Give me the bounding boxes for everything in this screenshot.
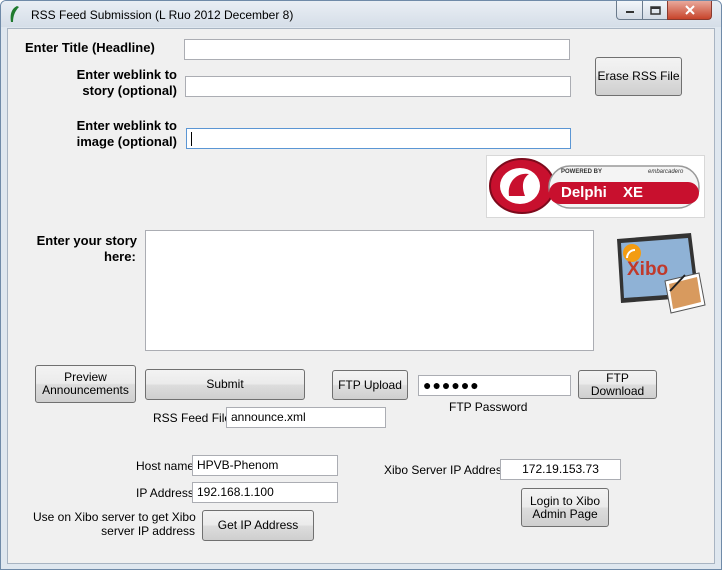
host-name-label: Host name [136,459,195,473]
app-window: RSS Feed Submission (L Ruo 2012 December… [0,0,722,570]
rss-feed-file-label: RSS Feed File [153,411,232,425]
login-xibo-label-line2: Admin Page [532,506,598,521]
preview-announcements-button[interactable]: Preview Announcements [35,365,136,403]
get-ip-address-button[interactable]: Get IP Address [202,510,314,541]
login-xibo-label-line1: Login to Xibo [529,493,601,508]
weblink-story-label-line1: Enter weblink to [76,67,177,82]
minimize-button[interactable] [616,1,643,20]
maximize-button[interactable] [642,1,668,20]
delphi-version: XE [623,184,644,201]
xibo-logo: Xibo [615,231,706,315]
submit-button[interactable]: Submit [145,369,305,400]
maximize-icon [649,5,661,15]
form-client-area: Enter Title (Headline) Enter weblink to … [7,28,715,564]
story-textarea[interactable] [145,230,594,351]
weblink-image-label-line2: image (optional) [76,134,177,149]
delphi-vendor: embarcadero [648,169,684,175]
text-caret [191,132,192,146]
weblink-image-input[interactable] [186,128,571,149]
ftp-upload-button[interactable]: FTP Upload [332,370,408,400]
title-label: Enter Title (Headline) [25,40,155,55]
weblink-story-input[interactable] [185,76,571,97]
delphi-powered-by: POWERED BY [561,169,603,175]
delphi-name: Delphi [561,184,607,201]
weblink-story-label-line2: story (optional) [82,83,177,98]
ip-address-input[interactable]: 192.168.1.100 [192,482,338,503]
rss-feed-file-input[interactable]: announce.xml [226,407,386,428]
ftp-password-label: FTP Password [449,400,528,414]
close-button[interactable] [667,1,712,20]
ftp-password-input[interactable]: ●●●●●● [418,375,571,396]
story-label-line2: here: [104,249,136,264]
title-bar[interactable]: RSS Feed Submission (L Ruo 2012 December… [1,1,721,27]
xibo-hint-line2: server IP address [101,524,195,538]
ip-address-label: IP Address [136,486,194,500]
close-icon [684,5,695,15]
host-name-input[interactable]: HPVB-Phenom [192,455,338,476]
xibo-name: Xibo [627,259,669,280]
feather-app-icon [10,6,19,22]
erase-rss-file-button[interactable]: Erase RSS File [595,57,682,96]
story-label-line1: Enter your story [36,233,137,248]
delphi-xe-logo: POWERED BY embarcadero Delphi XE [486,155,705,218]
xibo-server-ip-label: Xibo Server IP Address [384,463,508,477]
title-input[interactable] [184,39,570,60]
preview-label-line2: Announcements [42,383,129,397]
ftp-download-button[interactable]: FTP Download [578,370,657,399]
login-xibo-admin-button[interactable]: Login to Xibo Admin Page [521,488,609,527]
xibo-server-ip-input[interactable]: 172.19.153.73 [500,459,621,480]
minimize-icon [625,11,634,13]
weblink-image-label-line1: Enter weblink to [76,118,177,133]
xibo-hint-line1: Use on Xibo server to get Xibo [33,510,196,524]
window-title: RSS Feed Submission (L Ruo 2012 December… [31,8,294,22]
